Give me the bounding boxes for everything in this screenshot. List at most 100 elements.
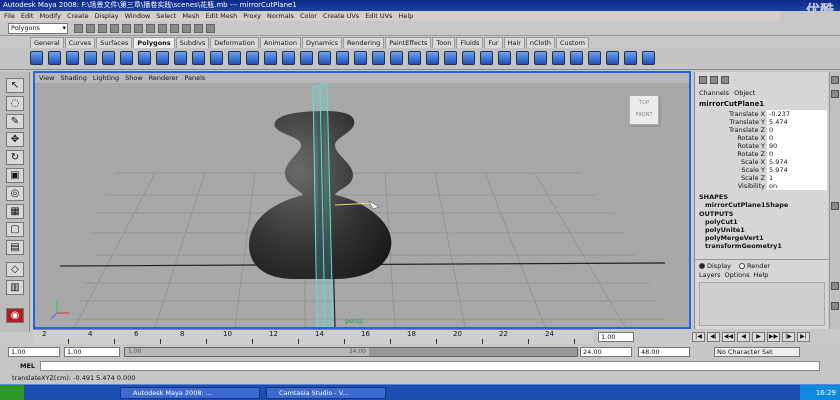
poly-plane-icon[interactable] — [102, 51, 115, 65]
shelf-tab-polygons[interactable]: Polygons — [133, 37, 175, 48]
extrude-icon[interactable] — [390, 51, 403, 65]
play-forward-icon[interactable]: ▶ — [752, 332, 765, 342]
menu-edit-uvs[interactable]: Edit UVs — [365, 11, 392, 21]
shelf-tab-painteffects[interactable]: PaintEffects — [385, 37, 432, 48]
step-forward-icon[interactable]: |▶ — [782, 332, 795, 342]
side-icon-e[interactable] — [831, 302, 839, 310]
time-slider[interactable]: 2 4 6 8 10 12 14 16 18 20 22 24 — [33, 329, 593, 344]
side-icon-b[interactable] — [831, 90, 839, 98]
go-to-end-icon[interactable]: ▶| — [797, 332, 810, 342]
shelf-tab-animation[interactable]: Animation — [259, 37, 301, 48]
cylindrical-map-icon[interactable] — [570, 51, 583, 65]
menu-normals[interactable]: Normals — [267, 11, 294, 21]
mirror-geometry-icon[interactable] — [354, 51, 367, 65]
current-frame-field[interactable]: 1.00 — [598, 332, 634, 342]
shelf-tab-surfaces[interactable]: Surfaces — [96, 37, 133, 48]
range-slider-thumb[interactable]: 1.00 24.00 — [125, 348, 369, 356]
channel-row-rotate-y[interactable]: Rotate Y 90 — [695, 142, 829, 150]
combine-icon[interactable] — [228, 51, 241, 65]
poly-cylinder-icon[interactable] — [66, 51, 79, 65]
shelf-tab-fur[interactable]: Fur — [484, 37, 503, 48]
menu-set-dropdown[interactable]: Polygons — [8, 23, 68, 34]
merge-icon[interactable] — [516, 51, 529, 65]
menu-edit-mesh[interactable]: Edit Mesh — [205, 11, 237, 21]
bevel-icon[interactable] — [498, 51, 511, 65]
range-slider[interactable]: 1.00 24.00 — [124, 347, 578, 357]
layer-menu-help[interactable]: Help — [754, 271, 769, 279]
poly-helix-icon[interactable] — [192, 51, 205, 65]
poly-cube-icon[interactable] — [48, 51, 61, 65]
channel-value[interactable]: 0 — [767, 126, 827, 134]
render-settings-icon[interactable] — [206, 24, 215, 33]
channel-value[interactable]: -0.237 — [767, 110, 827, 118]
shelf-tab-fluids[interactable]: Fluids — [456, 37, 484, 48]
shape-node[interactable]: mirrorCutPlane1Shape — [705, 201, 788, 209]
poly-pyramid-icon[interactable] — [156, 51, 169, 65]
right-side-scrollbar[interactable] — [829, 72, 840, 329]
viewport-menu-show[interactable]: Show — [125, 73, 143, 83]
output-node-polycut[interactable]: polyCut1 — [705, 218, 738, 226]
poly-pipe-icon[interactable] — [174, 51, 187, 65]
play-backward-icon[interactable]: ◀ — [737, 332, 750, 342]
animation-start-field[interactable]: 1.00 — [8, 347, 60, 357]
render-layer-radio[interactable]: Render — [738, 262, 770, 270]
menu-edit[interactable]: Edit — [21, 11, 34, 21]
insert-edge-loop-icon[interactable] — [462, 51, 475, 65]
character-set-dropdown[interactable]: No Character Set — [714, 347, 800, 357]
scale-tool-icon[interactable]: ▣ — [6, 168, 24, 183]
checker-icon[interactable] — [642, 51, 655, 65]
viewport-menu-view[interactable]: View — [39, 73, 54, 83]
step-back-key-icon[interactable]: ◀◀ — [722, 332, 735, 342]
taskbar-item-camtasia[interactable]: Camtasia Studio - V... — [266, 387, 386, 399]
playback-start-field[interactable]: 1.00 — [64, 347, 120, 357]
command-input[interactable] — [40, 361, 820, 371]
automatic-map-icon[interactable] — [606, 51, 619, 65]
layout-single-icon[interactable]: ▢ — [6, 222, 24, 237]
manipulator-tool-icon[interactable]: ◎ — [6, 186, 24, 201]
step-forward-key-icon[interactable]: ▶▶ — [767, 332, 780, 342]
output-node-polyunite[interactable]: polyUnite1 — [705, 226, 745, 234]
shelf-tab-dynamics[interactable]: Dynamics — [301, 37, 343, 48]
show-channel-box-icon[interactable] — [699, 76, 707, 84]
poly-cone-icon[interactable] — [84, 51, 97, 65]
poly-prism-icon[interactable] — [138, 51, 151, 65]
layout-four-icon[interactable]: ▤ — [6, 240, 24, 255]
channel-value[interactable]: 1 — [767, 174, 827, 182]
delete-edge-icon[interactable] — [534, 51, 547, 65]
select-component-icon[interactable] — [134, 24, 143, 33]
menu-create-uvs[interactable]: Create UVs — [323, 11, 359, 21]
poly-soccer-ball-icon[interactable] — [210, 51, 223, 65]
shelf-tab-deformation[interactable]: Deformation — [210, 37, 259, 48]
view-cube-top[interactable]: TOP — [630, 100, 658, 106]
bridge-icon[interactable] — [408, 51, 421, 65]
perspective-viewport[interactable]: View Shading Lighting Show Renderer Pane… — [33, 71, 691, 329]
menu-window[interactable]: Window — [125, 11, 151, 21]
boolean-difference-icon[interactable] — [318, 51, 331, 65]
show-attribute-editor-icon[interactable] — [710, 76, 718, 84]
channel-value[interactable]: 0 — [767, 150, 827, 158]
channel-row-rotate-z[interactable]: Rotate Z 0 — [695, 150, 829, 158]
poly-torus-icon[interactable] — [120, 51, 133, 65]
channel-value[interactable]: on — [767, 182, 827, 190]
side-icon-c[interactable] — [831, 202, 839, 210]
render-icon[interactable] — [182, 24, 191, 33]
menu-select[interactable]: Select — [156, 11, 176, 21]
spherical-map-icon[interactable] — [588, 51, 601, 65]
separate-icon[interactable] — [246, 51, 259, 65]
channel-row-scale-z[interactable]: Scale Z 1 — [695, 174, 829, 182]
channel-value[interactable]: 90 — [767, 142, 827, 150]
side-icon-a[interactable] — [831, 76, 839, 84]
mirror-cut-icon[interactable] — [372, 51, 385, 65]
go-to-start-icon[interactable]: |◀ — [692, 332, 705, 342]
shelf-tab-custom[interactable]: Custom — [556, 37, 589, 48]
output-node-polymergevert[interactable]: polyMergeVert1 — [705, 234, 764, 242]
new-scene-icon[interactable] — [74, 24, 83, 33]
taskbar-item-maya[interactable]: Autodesk Maya 2008: ... — [120, 387, 260, 399]
start-button[interactable] — [0, 385, 24, 400]
save-scene-icon[interactable] — [98, 24, 107, 33]
output-node-transformgeometry[interactable]: transformGeometry1 — [705, 242, 782, 250]
playback-end-field[interactable]: 24.00 — [580, 347, 632, 357]
boolean-intersection-icon[interactable] — [336, 51, 349, 65]
uv-texture-editor-icon[interactable] — [624, 51, 637, 65]
shelf-tab-hair[interactable]: Hair — [503, 37, 525, 48]
